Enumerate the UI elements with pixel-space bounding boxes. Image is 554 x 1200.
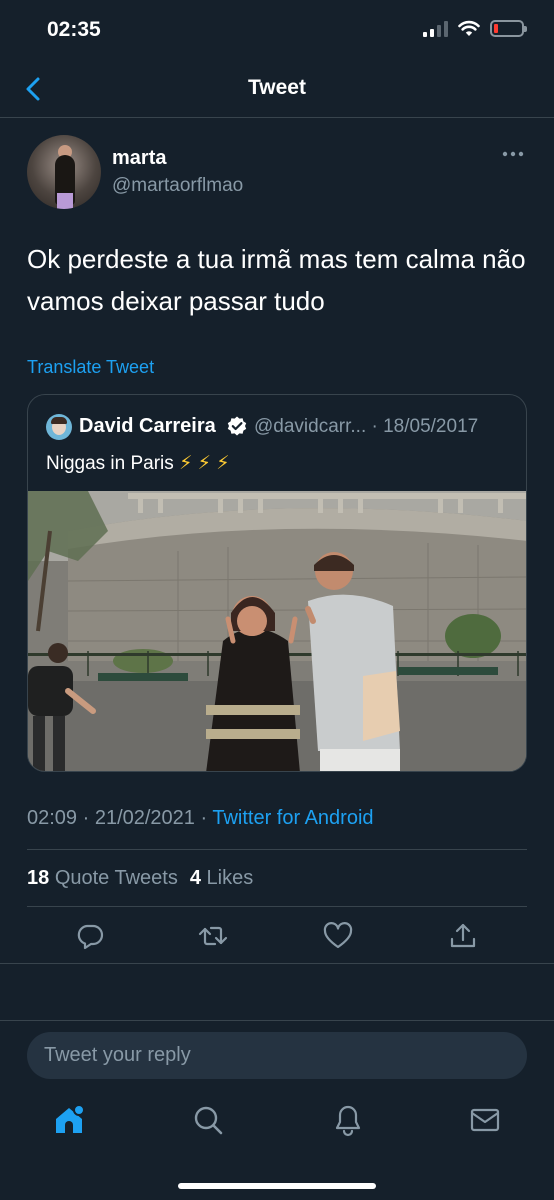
reply-bar bbox=[0, 1020, 554, 1090]
nav-header: Tweet bbox=[0, 62, 554, 118]
retweet-icon[interactable] bbox=[197, 920, 229, 952]
more-icon[interactable] bbox=[502, 150, 524, 158]
avatar[interactable] bbox=[27, 135, 101, 209]
home-icon[interactable] bbox=[52, 1103, 86, 1137]
status-bar: 02:35 bbox=[0, 0, 554, 62]
reply-input[interactable] bbox=[27, 1032, 527, 1079]
messages-icon[interactable] bbox=[468, 1103, 502, 1137]
quote-tweet-count[interactable]: 18 bbox=[27, 867, 49, 889]
like-count[interactable]: 4 bbox=[190, 867, 201, 889]
reply-icon[interactable] bbox=[74, 920, 106, 952]
tweet-actions bbox=[27, 912, 527, 962]
tweet-text: Ok perdeste a tua irmã mas tem calma não… bbox=[27, 244, 526, 316]
wifi-icon bbox=[458, 20, 480, 36]
quote-text: Niggas in Paris ⚡ ⚡ ⚡ bbox=[46, 452, 230, 475]
quote-tweet-label[interactable]: Quote Tweets bbox=[55, 867, 178, 889]
share-icon[interactable] bbox=[447, 920, 479, 952]
verified-icon bbox=[227, 416, 247, 436]
tweet-source-link[interactable]: Twitter for Android bbox=[212, 807, 373, 829]
page-title: Tweet bbox=[248, 76, 306, 99]
quoted-tweet[interactable]: David Carreira @davidcarr... · 18/05/201… bbox=[27, 394, 527, 772]
notifications-icon[interactable] bbox=[331, 1103, 365, 1137]
battery-icon bbox=[490, 20, 527, 37]
search-icon[interactable] bbox=[191, 1103, 225, 1137]
translate-link[interactable]: Translate Tweet bbox=[27, 357, 154, 378]
tweet-timestamp: 02:09 · 21/02/2021 · Twitter for Android bbox=[27, 807, 374, 830]
author-name[interactable]: marta bbox=[112, 147, 166, 170]
status-icons bbox=[423, 20, 527, 37]
thread-separator bbox=[0, 963, 554, 1020]
quote-photo[interactable] bbox=[28, 491, 526, 771]
divider bbox=[27, 849, 527, 850]
tweet-time: 02:09 · 21/02/2021 · bbox=[27, 807, 213, 829]
like-label[interactable]: Likes bbox=[207, 867, 254, 889]
home-indicator bbox=[178, 1183, 376, 1189]
divider bbox=[27, 906, 527, 907]
tweet-stats: 18 Quote Tweets 4 Likes bbox=[27, 867, 253, 890]
tab-bar bbox=[0, 1090, 554, 1200]
quote-author-name: David Carreira bbox=[79, 415, 216, 437]
quote-meta: @davidcarr... · 18/05/2017 bbox=[254, 416, 479, 437]
like-icon[interactable] bbox=[322, 920, 354, 952]
status-time: 02:35 bbox=[47, 18, 101, 41]
author-handle[interactable]: @martaorflmao bbox=[112, 175, 243, 197]
quote-emoji: ⚡ ⚡ ⚡ bbox=[179, 453, 230, 474]
signal-icon bbox=[423, 20, 448, 37]
quote-avatar bbox=[46, 414, 72, 440]
quote-text-body: Niggas in Paris bbox=[46, 453, 180, 474]
